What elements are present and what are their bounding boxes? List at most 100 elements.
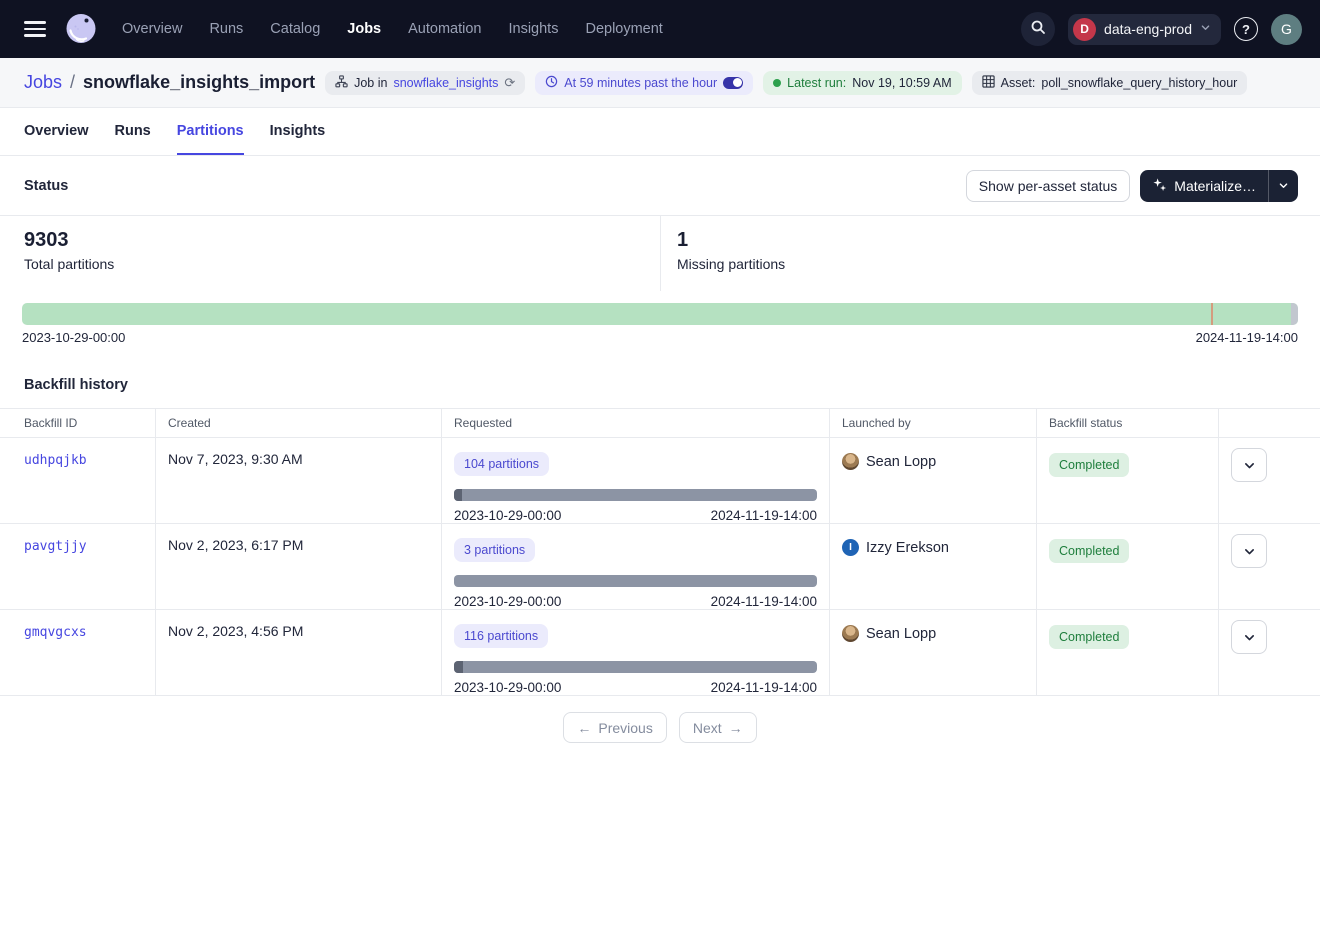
menu-icon[interactable]: [24, 21, 46, 37]
backfill-range-end: 2024-11-19-14:00: [711, 680, 817, 695]
next-label: Next: [693, 720, 722, 736]
requested-partitions-pill[interactable]: 116 partitions: [454, 624, 548, 648]
avatar: [842, 625, 859, 642]
missing-partitions-label: Missing partitions: [677, 256, 1320, 272]
chevron-down-icon: [1243, 631, 1256, 644]
schedule-label: At 59 minutes past the hour: [564, 76, 717, 90]
created-timestamp: Nov 2, 2023, 4:56 PM: [168, 623, 303, 639]
help-icon[interactable]: ?: [1234, 17, 1258, 41]
nav-item-catalog[interactable]: Catalog: [270, 21, 320, 37]
tab-overview[interactable]: Overview: [24, 123, 89, 155]
launched-by-name: Sean Lopp: [866, 626, 936, 642]
tab-insights[interactable]: Insights: [270, 123, 326, 155]
nav-right-controls: D data-eng-prod ? G: [1021, 12, 1302, 46]
backfill-range-end: 2024-11-19-14:00: [711, 508, 817, 523]
materialize-button-group[interactable]: Materialize…: [1140, 170, 1298, 202]
next-page-button[interactable]: Next →: [679, 712, 757, 743]
materialize-label: Materialize…: [1174, 178, 1256, 194]
run-status-dot-icon: [773, 79, 781, 87]
backfill-id-link[interactable]: pavgtjjy: [24, 539, 87, 554]
latest-run-time: Nov 19, 10:59 AM: [852, 76, 951, 90]
nav-item-automation[interactable]: Automation: [408, 21, 481, 37]
page-header-bar: Jobs / snowflake_insights_import Job in …: [0, 58, 1320, 108]
breadcrumb-separator: /: [70, 72, 75, 93]
asset-label: Asset:: [1001, 76, 1036, 90]
row-actions-button[interactable]: [1231, 448, 1267, 482]
tab-partitions[interactable]: Partitions: [177, 123, 244, 155]
partition-marker: [1211, 303, 1213, 325]
nav-item-insights[interactable]: Insights: [508, 21, 558, 37]
deployment-avatar: D: [1073, 18, 1096, 41]
col-header-requested: Requested: [441, 409, 829, 437]
nav-item-runs[interactable]: Runs: [209, 21, 243, 37]
requested-partitions-pill[interactable]: 104 partitions: [454, 452, 549, 476]
table-row: udhpqjkb Nov 7, 2023, 9:30 AM 104 partit…: [0, 438, 1320, 524]
status-header: Status Show per-asset status Materialize…: [0, 156, 1320, 215]
workflow-graph-icon: [335, 75, 348, 91]
partition-health-bar[interactable]: [22, 303, 1298, 325]
materialize-button[interactable]: Materialize…: [1140, 177, 1268, 195]
backfill-history-title: Backfill history: [0, 361, 1320, 408]
requested-partitions-pill[interactable]: 3 partitions: [454, 538, 535, 562]
missing-partitions-stat: 1 Missing partitions: [660, 216, 1320, 291]
page-title: snowflake_insights_import: [83, 72, 315, 93]
status-badge: Completed: [1049, 453, 1129, 477]
backfill-range-end: 2024-11-19-14:00: [711, 594, 817, 609]
arrow-left-icon: ←: [577, 720, 591, 736]
previous-label: Previous: [598, 720, 652, 736]
breadcrumb-jobs-link[interactable]: Jobs: [24, 72, 62, 93]
status-badge: Completed: [1049, 539, 1129, 563]
col-header-backfill-id: Backfill ID: [0, 409, 155, 437]
job-location-prefix: Job in: [354, 76, 387, 90]
pagination: ← Previous Next →: [0, 712, 1320, 743]
previous-page-button[interactable]: ← Previous: [563, 712, 666, 743]
refresh-icon[interactable]: ⟳: [504, 75, 515, 91]
schedule-toggle[interactable]: [723, 77, 743, 89]
partition-stats: 9303 Total partitions 1 Missing partitio…: [0, 215, 1320, 291]
total-partitions-label: Total partitions: [24, 256, 660, 272]
job-location-pill: Job in snowflake_insights ⟳: [325, 71, 525, 95]
col-header-created: Created: [155, 409, 441, 437]
backfill-id-link[interactable]: udhpqjkb: [24, 453, 87, 468]
table-header-row: Backfill ID Created Requested Launched b…: [0, 408, 1320, 438]
launched-by-name: Izzy Erekson: [866, 540, 949, 556]
show-per-asset-status-button[interactable]: Show per-asset status: [966, 170, 1131, 202]
backfill-history-table: Backfill ID Created Requested Launched b…: [0, 408, 1320, 696]
backfill-id-link[interactable]: gmqvgcxs: [24, 625, 87, 640]
code-location-link[interactable]: snowflake_insights: [393, 76, 498, 90]
user-avatar[interactable]: G: [1271, 14, 1302, 45]
breadcrumb: Jobs / snowflake_insights_import: [24, 72, 315, 93]
top-navigation-bar: Overview Runs Catalog Jobs Automation In…: [0, 0, 1320, 58]
nav-item-jobs[interactable]: Jobs: [347, 21, 381, 37]
status-section-title: Status: [24, 178, 68, 194]
row-actions-button[interactable]: [1231, 534, 1267, 568]
sparkle-icon: [1152, 177, 1167, 195]
dagster-logo-icon[interactable]: [60, 8, 102, 50]
materialize-dropdown-button[interactable]: [1269, 180, 1298, 191]
backfill-range-start: 2023-10-29-00:00: [454, 594, 561, 609]
chevron-down-icon: [1243, 545, 1256, 558]
avatar: [842, 453, 859, 470]
backfill-range-labels: 2023-10-29-00:00 2024-11-19-14:00: [454, 594, 817, 609]
deployment-switcher[interactable]: D data-eng-prod: [1068, 14, 1221, 45]
col-header-launched-by: Launched by: [829, 409, 1036, 437]
table-grid-icon: [982, 75, 995, 91]
table-row: gmqvgcxs Nov 2, 2023, 4:56 PM 116 partit…: [0, 610, 1320, 696]
backfill-range-bar: [454, 575, 817, 587]
created-timestamp: Nov 2, 2023, 6:17 PM: [168, 537, 303, 553]
backfill-range-start: 2023-10-29-00:00: [454, 680, 561, 695]
partition-range-start: 2023-10-29-00:00: [22, 330, 125, 345]
status-badge: Completed: [1049, 625, 1129, 649]
tab-runs[interactable]: Runs: [115, 123, 151, 155]
col-header-actions: [1218, 409, 1320, 437]
backfill-range-start: 2023-10-29-00:00: [454, 508, 561, 523]
row-actions-button[interactable]: [1231, 620, 1267, 654]
arrow-right-icon: →: [729, 720, 743, 736]
chevron-down-icon: [1243, 459, 1256, 472]
launched-by-name: Sean Lopp: [866, 454, 936, 470]
nav-item-overview[interactable]: Overview: [122, 21, 182, 37]
search-button[interactable]: [1021, 12, 1055, 46]
nav-item-deployment[interactable]: Deployment: [585, 21, 662, 37]
avatar: I: [842, 539, 859, 556]
search-icon: [1030, 19, 1046, 40]
